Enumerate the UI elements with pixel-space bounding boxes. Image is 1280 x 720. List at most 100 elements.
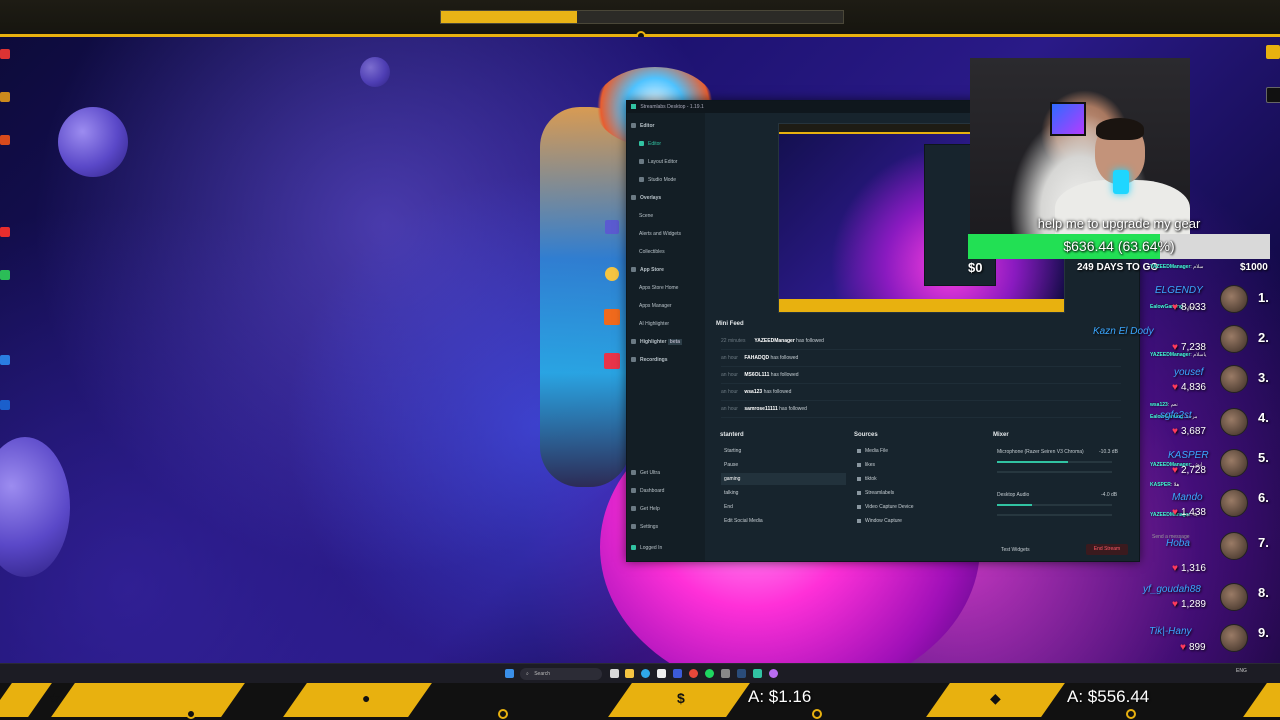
end-stream-button[interactable]: End Stream bbox=[1086, 544, 1128, 555]
taskbar-search[interactable]: ⌕ Search bbox=[520, 668, 602, 680]
sidebar-item-dashboard[interactable]: Dashboard bbox=[627, 484, 709, 498]
sidebar-item-ai-highlighter[interactable]: AI Highlighter bbox=[627, 317, 717, 331]
sidebar-item-layout-editor[interactable]: Layout Editor bbox=[627, 155, 717, 169]
scene-item[interactable]: Starting bbox=[721, 445, 846, 457]
steam-icon[interactable] bbox=[737, 669, 746, 678]
streamlabs-icon[interactable] bbox=[753, 669, 762, 678]
desktop-app-icon[interactable] bbox=[0, 92, 10, 102]
mini-feed-title: Mini Feed bbox=[716, 321, 744, 327]
desktop-app-icon[interactable] bbox=[0, 49, 10, 59]
heart-icon: ♥ bbox=[1172, 426, 1178, 437]
avatar bbox=[1220, 449, 1248, 477]
mixer-channel-db: -4.0 dB bbox=[1101, 492, 1118, 498]
store-icon[interactable] bbox=[657, 669, 666, 678]
source-item[interactable]: Video Capture Device bbox=[857, 501, 979, 513]
edge-browser-icon[interactable] bbox=[641, 669, 650, 678]
mixer-volume-meter bbox=[997, 504, 1112, 506]
scene-item[interactable]: Pause bbox=[721, 459, 846, 471]
help-icon bbox=[631, 506, 636, 512]
leaderboard-name: yousef bbox=[1174, 367, 1204, 378]
streamlabs-logo-icon bbox=[631, 104, 636, 110]
language-indicator[interactable]: ENG bbox=[1236, 668, 1247, 674]
app-icon[interactable] bbox=[721, 669, 730, 678]
sidebar-section-overlays[interactable]: Overlays bbox=[627, 191, 709, 205]
source-item[interactable]: tiktok bbox=[857, 473, 979, 485]
widget-icon bbox=[857, 462, 861, 467]
task-view-icon[interactable] bbox=[610, 669, 619, 678]
windows-start-icon[interactable] bbox=[505, 669, 514, 678]
scene-item[interactable]: talking bbox=[721, 487, 846, 499]
desktop-app-icon[interactable] bbox=[0, 135, 10, 145]
overlays-icon bbox=[631, 195, 636, 201]
scene-item[interactable]: Edit Social Media bbox=[721, 515, 846, 527]
spotify-icon[interactable] bbox=[705, 669, 714, 678]
sidebar-item-editor[interactable]: Editor bbox=[627, 137, 717, 151]
sidebar-section-editor[interactable]: Editor bbox=[627, 119, 709, 133]
scene-item[interactable]: gaming bbox=[721, 473, 846, 485]
sidebar-item-alerts-widgets[interactable]: Alerts and Widgets bbox=[627, 227, 717, 241]
sidebar-item-recordings[interactable]: Recordings bbox=[627, 353, 709, 367]
source-item[interactable]: Window Capture bbox=[857, 515, 979, 527]
sidebar-item-apps-manager[interactable]: Apps Manager bbox=[627, 299, 717, 313]
avatar bbox=[1220, 532, 1248, 560]
donation-goal-days-left: 249 DAYS TO GO bbox=[1077, 262, 1159, 273]
leaderboard-name: Mando bbox=[1172, 492, 1203, 503]
sidebar-item-apps-store-home[interactable]: Apps Store Home bbox=[627, 281, 717, 295]
sidebar-item-logged-in[interactable]: Logged In bbox=[627, 541, 709, 555]
source-item[interactable]: likes bbox=[857, 459, 979, 471]
leaderboard-amount: ♥ 1,316 bbox=[1172, 563, 1206, 574]
bottom-bar-knob bbox=[812, 709, 822, 719]
sidebar-item-studio-mode[interactable]: Studio Mode bbox=[627, 173, 717, 187]
mixer-volume-slider[interactable] bbox=[997, 471, 1112, 473]
bottom-bar-amount-a: A: $1.16 bbox=[748, 687, 812, 706]
sidebar-item-highlighter[interactable]: Highlighter beta bbox=[627, 335, 709, 349]
sidebar-item-scene[interactable]: Scene bbox=[627, 209, 717, 223]
leaderboard-amount: ♥ 3,687 bbox=[1172, 426, 1206, 437]
feed-row[interactable]: an hour MS6OL111 has followed bbox=[721, 367, 1121, 384]
desktop-app-icon[interactable] bbox=[605, 267, 619, 281]
leaderboard-amount: ♥ 899 bbox=[1180, 642, 1206, 653]
sidebar-item-settings[interactable]: Settings bbox=[627, 520, 709, 534]
app-icon[interactable] bbox=[673, 669, 682, 678]
heart-icon: ♥ bbox=[1172, 507, 1178, 518]
desktop-app-icon[interactable] bbox=[1266, 45, 1280, 59]
desktop-app-icon[interactable] bbox=[0, 270, 10, 280]
sidebar-item-collectibles[interactable]: Collectibles bbox=[627, 245, 717, 259]
sidebar-item-get-ultra[interactable]: Get Ultra bbox=[627, 466, 709, 480]
chrome-icon[interactable] bbox=[689, 669, 698, 678]
desktop-app-icon[interactable] bbox=[604, 309, 620, 325]
bottom-bar-knob bbox=[498, 709, 508, 719]
source-item[interactable]: Streamlabels bbox=[857, 487, 979, 499]
desktop-app-icon[interactable] bbox=[604, 353, 620, 369]
feed-row[interactable]: 22 minutes YAZEEDManager has followed bbox=[721, 333, 1121, 350]
source-item[interactable]: Media File bbox=[857, 445, 979, 457]
scenes-title[interactable]: stanterd bbox=[720, 432, 744, 438]
feed-row[interactable]: an hour wsa123 has followed bbox=[721, 384, 1121, 401]
wallpaper-moon bbox=[360, 57, 390, 87]
scene-item[interactable]: End bbox=[721, 501, 846, 513]
webcam-streamer-hair bbox=[1096, 118, 1144, 140]
file-explorer-icon[interactable] bbox=[625, 669, 634, 678]
donation-goal-amount: $636.44 (63.64%) bbox=[1063, 238, 1175, 254]
chat-message: YAZEEDManager: سلام bbox=[1150, 264, 1204, 270]
desktop-app-icon[interactable] bbox=[0, 355, 10, 365]
feed-row[interactable]: an hour FAHADQD has followed bbox=[721, 350, 1121, 367]
preview-bottom-bar bbox=[779, 299, 1064, 312]
search-icon: ⌕ bbox=[526, 671, 529, 677]
editor-icon bbox=[631, 123, 636, 129]
donation-goal-bar: $636.44 (63.64%) bbox=[968, 234, 1270, 259]
test-widgets-button[interactable]: Test Widgets bbox=[1001, 547, 1030, 553]
mixer-volume-slider[interactable] bbox=[997, 514, 1112, 516]
heart-icon: ♥ bbox=[1172, 302, 1178, 313]
desktop-app-icon[interactable] bbox=[0, 227, 10, 237]
desktop-app-icon[interactable] bbox=[1266, 87, 1280, 103]
sidebar-section-app-store[interactable]: App Store bbox=[627, 263, 709, 277]
desktop-app-icon[interactable] bbox=[605, 220, 619, 234]
discord-icon[interactable] bbox=[769, 669, 778, 678]
avatar bbox=[1220, 285, 1248, 313]
leaderboard-name: Kazn El Dody bbox=[1093, 326, 1154, 337]
feed-row[interactable]: an hour samrose11111 has followed bbox=[721, 401, 1121, 418]
leaderboard-rank: 6. bbox=[1258, 490, 1269, 505]
sidebar-item-get-help[interactable]: Get Help bbox=[627, 502, 709, 516]
desktop-app-icon[interactable] bbox=[0, 400, 10, 410]
